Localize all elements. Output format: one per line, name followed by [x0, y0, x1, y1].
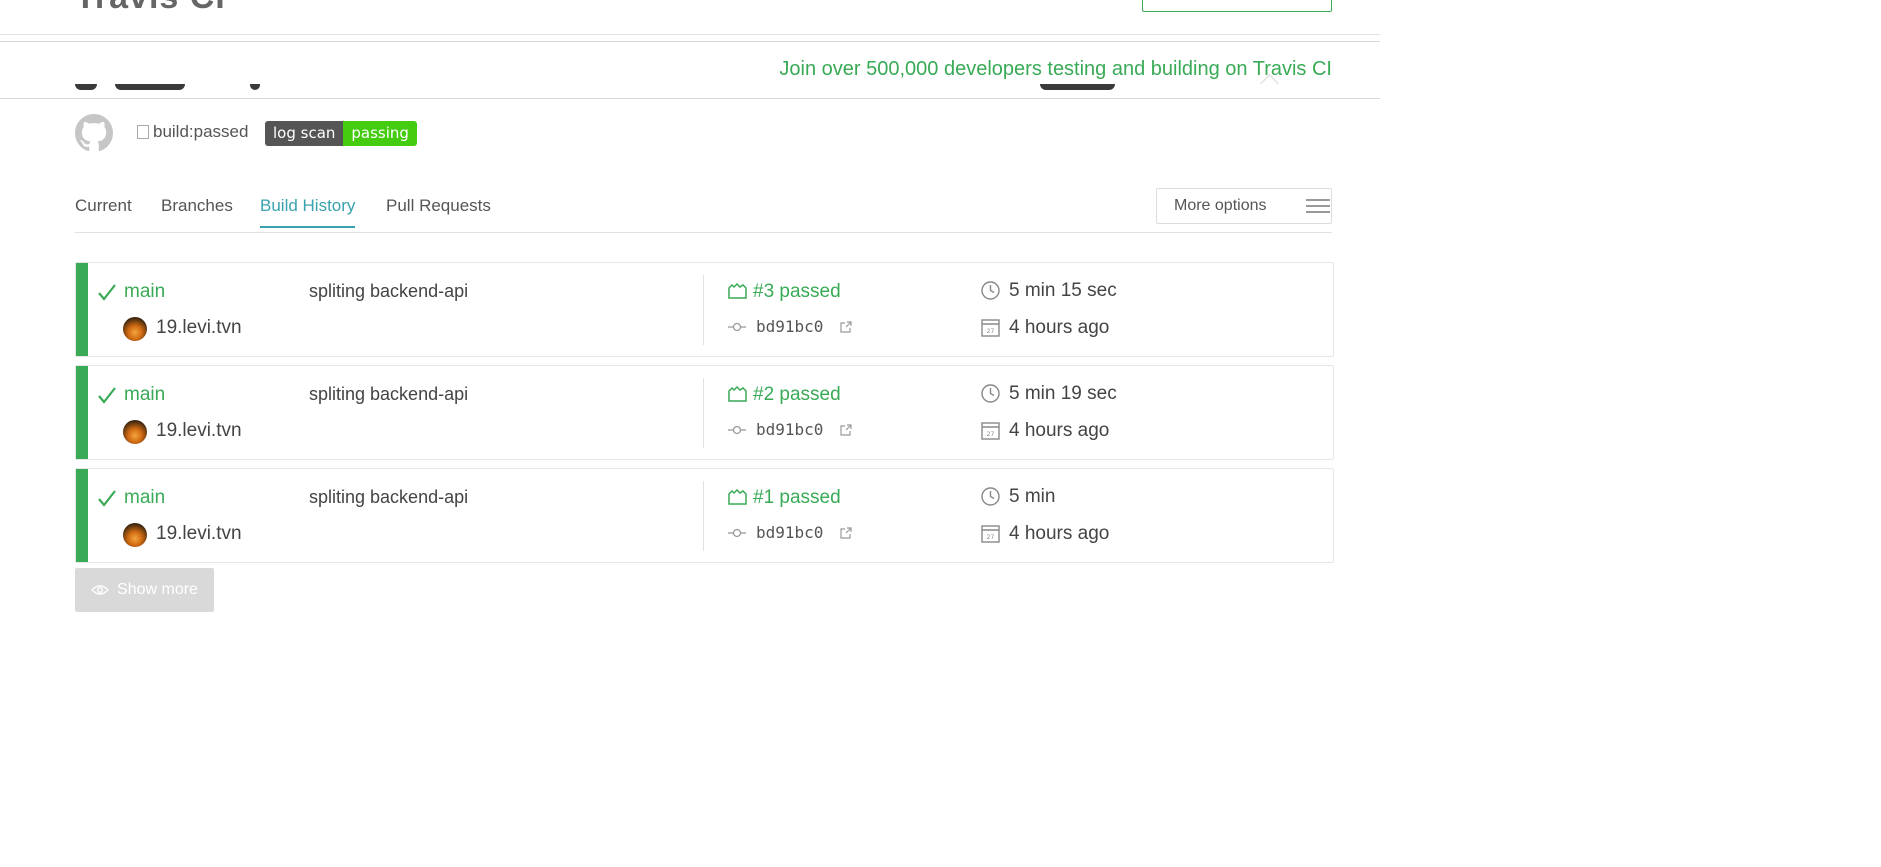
avatar: [123, 420, 147, 444]
commit-author: 19.levi.tvn: [156, 420, 242, 441]
build-row[interactable]: main 19.levi.tvn spliting backend-api #3…: [75, 262, 1334, 357]
badge-status: passing: [343, 121, 417, 146]
finished-time: 4 hours ago: [1009, 317, 1110, 338]
branch-name[interactable]: main: [124, 281, 165, 303]
tab-build-history[interactable]: Build History: [260, 196, 356, 228]
commit-author: 19.levi.tvn: [156, 523, 242, 544]
more-options-button[interactable]: More options: [1156, 188, 1332, 224]
calendar-icon: 27: [981, 525, 1000, 543]
github-icon[interactable]: [75, 114, 113, 152]
commit-sha[interactable]: bd91bc0: [756, 420, 823, 439]
commit-icon: [728, 528, 746, 538]
clock-icon: [981, 281, 1000, 300]
svg-text:27: 27: [987, 534, 995, 541]
build-duration: 5 min: [1009, 486, 1056, 507]
build-badge-alt-text: build:passed: [153, 122, 249, 141]
build-icon: [728, 489, 747, 505]
build-duration: 5 min 15 sec: [1009, 280, 1117, 301]
repo-tabs: Current Branches Build History Pull Requ…: [75, 188, 1332, 233]
banner-text: Join over 500,000 developers testing and…: [779, 58, 1332, 80]
external-link-icon[interactable]: [839, 321, 852, 334]
tab-current[interactable]: Current: [75, 196, 132, 226]
badge-label: log scan: [265, 121, 344, 146]
commit-message: spliting backend-api: [309, 281, 469, 301]
commit-message: spliting backend-api: [309, 487, 469, 507]
commit-icon: [728, 322, 746, 332]
build-duration: 5 min 19 sec: [1009, 383, 1117, 404]
branch-name[interactable]: main: [124, 384, 165, 406]
broken-image-icon: [137, 125, 149, 139]
more-options-label: More options: [1174, 197, 1267, 214]
eye-icon: [91, 585, 109, 595]
show-more-button[interactable]: Show more: [75, 568, 214, 612]
commit-sha[interactable]: bd91bc0: [756, 317, 823, 336]
check-icon: [98, 284, 116, 301]
hamburger-icon: [1306, 195, 1330, 217]
external-link-icon[interactable]: [839, 527, 852, 540]
clock-icon: [981, 384, 1000, 403]
build-icon: [728, 386, 747, 402]
commit-message: spliting backend-api: [309, 384, 469, 404]
avatar: [123, 523, 147, 547]
build-number[interactable]: #3 passed: [753, 281, 841, 303]
status-bar: [76, 469, 88, 562]
show-more-label: Show more: [117, 581, 198, 598]
commit-icon: [728, 425, 746, 435]
build-status-badge[interactable]: build:passed: [137, 122, 248, 142]
build-row[interactable]: main 19.levi.tvn spliting backend-api #2…: [75, 365, 1334, 460]
external-link-icon[interactable]: [839, 424, 852, 437]
build-number[interactable]: #1 passed: [753, 487, 841, 509]
commit-author: 19.levi.tvn: [156, 317, 242, 338]
svg-text:27: 27: [987, 328, 995, 335]
tab-pull-requests[interactable]: Pull Requests: [386, 196, 491, 226]
travis-logo[interactable]: Travis CI: [75, 0, 226, 17]
signup-button[interactable]: [1142, 0, 1332, 12]
log-scan-badge[interactable]: log scan passing: [265, 121, 417, 146]
clock-icon: [981, 487, 1000, 506]
divider: [703, 378, 704, 448]
check-icon: [98, 387, 116, 404]
avatar: [123, 317, 147, 341]
build-icon: [728, 283, 747, 299]
divider: [703, 275, 704, 345]
repo-title: [75, 84, 1115, 98]
calendar-icon: 27: [981, 319, 1000, 337]
build-number[interactable]: #2 passed: [753, 384, 841, 406]
top-navbar: Travis CI: [0, 0, 1380, 35]
calendar-icon: 27: [981, 422, 1000, 440]
branch-name[interactable]: main: [124, 487, 165, 509]
divider: [703, 481, 704, 551]
status-bar: [76, 366, 88, 459]
commit-sha[interactable]: bd91bc0: [756, 523, 823, 542]
finished-time: 4 hours ago: [1009, 523, 1110, 544]
build-row[interactable]: main 19.levi.tvn spliting backend-api #1…: [75, 468, 1334, 563]
svg-text:27: 27: [987, 431, 995, 438]
status-bar: [76, 263, 88, 356]
check-icon: [98, 490, 116, 507]
tab-branches[interactable]: Branches: [161, 196, 233, 226]
finished-time: 4 hours ago: [1009, 420, 1110, 441]
